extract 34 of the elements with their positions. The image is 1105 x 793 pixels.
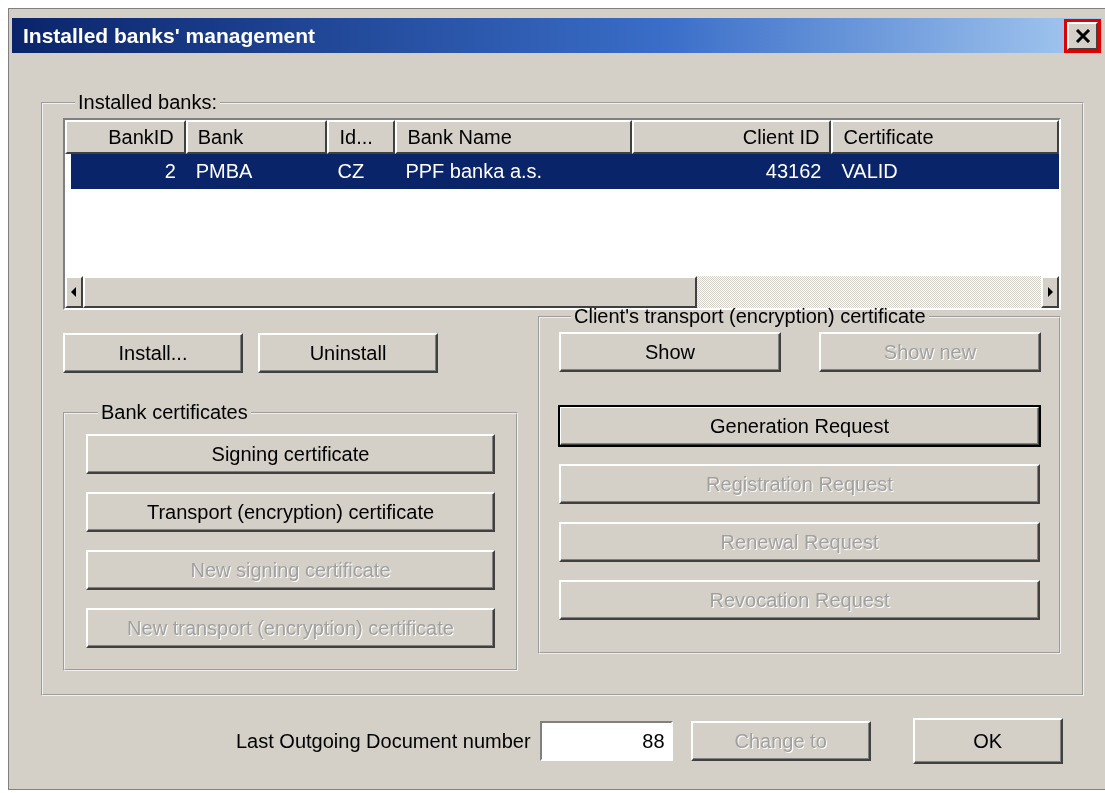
- button[interactable]: Show: [559, 332, 781, 372]
- column-header[interactable]: Bank: [185, 120, 328, 154]
- left-arrow-icon: [71, 287, 77, 297]
- field-label: Last Outgoing Document number: [236, 729, 531, 753]
- close-icon: [1074, 28, 1091, 43]
- scroll-thumb[interactable]: [83, 276, 697, 308]
- scroll-left-button[interactable]: [65, 276, 83, 308]
- button[interactable]: Signing certificate: [86, 434, 495, 474]
- table-row[interactable]: 2 PMBA CZ PPF banka a.s. 43162 VALID: [71, 154, 1059, 189]
- column-header[interactable]: BankID: [65, 120, 186, 154]
- table-cell-text: PPF banka a.s.: [404, 159, 544, 184]
- button[interactable]: Generation Request: [559, 406, 1040, 446]
- horizontal-scrollbar[interactable]: [65, 276, 1059, 308]
- table-cell-text: VALID: [840, 159, 899, 184]
- ok-button[interactable]: OK: [912, 718, 1063, 764]
- group-label: Installed banks:: [77, 91, 218, 114]
- column-header[interactable]: Id...: [327, 120, 396, 154]
- group-label: Client's transport (encryption) certificate: [573, 305, 927, 328]
- column-header[interactable]: Bank Name: [395, 120, 632, 154]
- button[interactable]: Uninstall: [258, 333, 438, 373]
- column-header[interactable]: Certificate: [831, 120, 1059, 154]
- button[interactable]: Transport (encryption) certificate: [86, 492, 495, 532]
- group-label: Bank certificates: [100, 401, 249, 424]
- table-cell-text: 2: [163, 159, 177, 184]
- table-cell-text: PMBA: [194, 159, 254, 184]
- column-header[interactable]: Client ID: [631, 120, 832, 154]
- table-cell-text: CZ: [336, 159, 366, 184]
- table-cell-text: 43162: [764, 159, 823, 184]
- number-field[interactable]: 88: [539, 721, 673, 761]
- window-title: Installed banks' management: [23, 23, 316, 48]
- close-button[interactable]: [1067, 21, 1098, 50]
- scroll-right-button[interactable]: [1041, 276, 1059, 308]
- button[interactable]: Install...: [63, 333, 243, 373]
- right-arrow-icon: [1047, 287, 1053, 297]
